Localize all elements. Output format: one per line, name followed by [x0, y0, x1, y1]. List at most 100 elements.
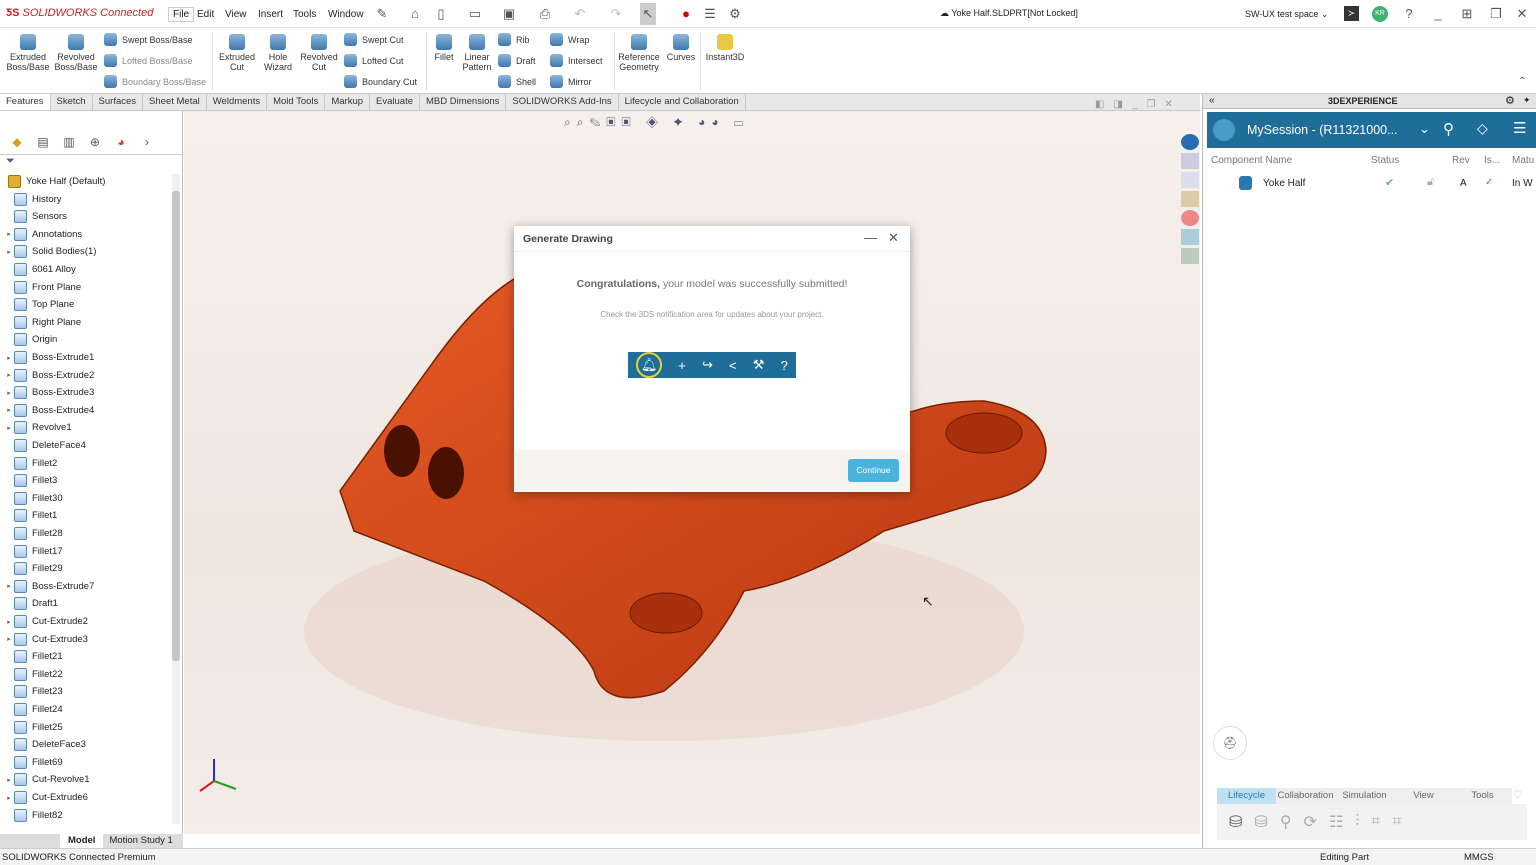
minimize-icon[interactable]: — — [864, 230, 877, 245]
tree-item[interactable]: ▸ Cut-Extrude6 — [0, 789, 170, 806]
menu-icon[interactable]: ☰ — [1513, 119, 1526, 137]
menu-window[interactable]: Window — [328, 9, 364, 20]
explore-icon[interactable]: ⚲ — [1280, 812, 1292, 832]
tree-item[interactable]: Sensors — [0, 208, 170, 225]
boundary-boss-button[interactable]: Boundary Boss/Base — [104, 75, 206, 88]
mirror-button[interactable]: Mirror — [550, 75, 592, 88]
display-manager-tab-icon[interactable]: ◕ — [112, 133, 130, 151]
3dexperience-tab-icon[interactable] — [1181, 134, 1199, 150]
curves-button[interactable]: Curves — [664, 34, 698, 62]
tree-item[interactable]: Yoke Half (Default) — [0, 173, 170, 190]
rib-button[interactable]: Rib — [498, 33, 530, 46]
expand-arrow-icon[interactable]: ▸ — [4, 406, 14, 414]
tab-simulation[interactable]: Simulation — [1335, 788, 1394, 804]
collapse-pane-icon[interactable]: « — [1209, 95, 1215, 106]
pin-icon[interactable]: ✦ — [1523, 95, 1531, 106]
tree-item[interactable]: Fillet29 — [0, 560, 170, 577]
tree-item[interactable]: ▸ Boss-Extrude3 — [0, 384, 170, 401]
tab-lifecycle[interactable]: Lifecycle — [1217, 788, 1276, 804]
help-icon[interactable]: ? — [1401, 6, 1417, 22]
menu-edit[interactable]: Edit — [197, 9, 214, 20]
fillet-button[interactable]: Fillet — [430, 34, 458, 62]
table-row[interactable]: Yoke Half ✔ 🔓︎ A ✓ In W — [1203, 174, 1536, 192]
expand-arrow-icon[interactable]: ▸ — [4, 354, 14, 362]
file-explorer-tab-icon[interactable] — [1181, 172, 1199, 188]
tab-mold-tools[interactable]: Mold Tools — [267, 94, 326, 110]
feature-manager-tab-icon[interactable]: ◆ — [8, 133, 26, 151]
command-icon[interactable]: ≻ — [1344, 6, 1359, 21]
tree-item[interactable]: Fillet3 — [0, 472, 170, 489]
expand-arrow-icon[interactable]: ▸ — [4, 248, 14, 256]
tab-mbd-dimensions[interactable]: MBD Dimensions — [420, 94, 507, 110]
expand-arrow-icon[interactable]: ▸ — [4, 424, 14, 432]
collapse-ribbon-icon[interactable]: ⌃ — [1518, 76, 1526, 87]
tree-item[interactable]: Fillet24 — [0, 701, 170, 718]
collaborate-icon[interactable]: ⚒ — [753, 357, 765, 373]
expand-arrow-icon[interactable]: ▸ — [4, 635, 14, 643]
redo-icon[interactable]: ↷ — [608, 6, 624, 22]
tree-item[interactable]: ▸ Cut-Revolve1 — [0, 771, 170, 788]
tab-evaluate[interactable]: Evaluate — [370, 94, 421, 110]
tree-item[interactable]: ▸ Boss-Extrude7 — [0, 578, 170, 595]
tree-item[interactable]: Fillet17 — [0, 543, 170, 560]
print-icon[interactable]: ⎙ — [537, 6, 553, 22]
tile-icon[interactable]: ⊞ — [1459, 6, 1475, 22]
tree-item[interactable]: ▸ Boss-Extrude4 — [0, 402, 170, 419]
tree-item[interactable]: Fillet21 — [0, 648, 170, 665]
tag-icon[interactable]: ◇ — [1477, 120, 1488, 137]
expand-arrow-icon[interactable]: ▸ — [4, 389, 14, 397]
tree-item[interactable]: ▸ Cut-Extrude3 — [0, 631, 170, 648]
network-icon[interactable]: < — [729, 358, 737, 373]
chevron-down-icon[interactable]: ⌄ — [1419, 121, 1430, 137]
column-maturity[interactable]: Matu — [1512, 155, 1534, 166]
bom-icon[interactable]: ☷ — [1329, 812, 1343, 832]
close-icon[interactable]: ✕ — [888, 230, 899, 246]
tab-solidworks-add-ins[interactable]: SOLIDWORKS Add-Ins — [506, 94, 619, 110]
tree-item[interactable]: ▸ Solid Bodies(1) — [0, 243, 170, 260]
tree-item[interactable]: Front Plane — [0, 279, 170, 296]
viewport-window-controls[interactable]: ◧◨_❐✕ — [1095, 99, 1182, 110]
pin-icon[interactable]: ✎ — [374, 6, 390, 22]
wrap-button[interactable]: Wrap — [550, 33, 589, 46]
forum-tab-icon[interactable] — [1181, 248, 1199, 264]
tree-item[interactable]: Fillet69 — [0, 754, 170, 771]
intersect-button[interactable]: Intersect — [550, 54, 603, 67]
tab-sketch[interactable]: Sketch — [51, 94, 93, 110]
tree-item[interactable]: Fillet82 — [0, 807, 170, 824]
column-status[interactable]: Status — [1371, 155, 1399, 166]
search-icon[interactable]: ⚲ — [1443, 120, 1454, 138]
settings-gear-icon[interactable]: ⚙ — [1505, 94, 1515, 107]
boundary-cut-button[interactable]: Boundary Cut — [344, 75, 417, 88]
revision-icon[interactable]: ⛁ — [1254, 812, 1267, 832]
tree-item[interactable]: Fillet30 — [0, 490, 170, 507]
tree-item[interactable]: Right Plane — [0, 314, 170, 331]
swept-boss-button[interactable]: Swept Boss/Base — [104, 33, 193, 46]
open-icon[interactable]: ▭ — [467, 6, 483, 22]
expand-arrow-icon[interactable]: ▸ — [4, 794, 14, 802]
more-tabs-icon[interactable]: › — [138, 133, 156, 151]
tab-surfaces[interactable]: Surfaces — [93, 94, 144, 110]
avatar[interactable]: KR — [1372, 6, 1388, 22]
tree-item[interactable]: Fillet22 — [0, 666, 170, 683]
appearances-tab-icon[interactable] — [1181, 210, 1199, 226]
instant3d-button[interactable]: Instant3D — [703, 34, 747, 62]
tree-item[interactable]: DeleteFace3 — [0, 736, 170, 753]
custom-properties-tab-icon[interactable] — [1181, 229, 1199, 245]
help-icon[interactable]: ? — [781, 358, 788, 373]
expand-arrow-icon[interactable]: ▸ — [4, 582, 14, 590]
expand-arrow-icon[interactable]: ▸ — [4, 371, 14, 379]
expand-arrow-icon[interactable]: ▸ — [4, 230, 14, 238]
tree-item[interactable]: Fillet25 — [0, 719, 170, 736]
shell-button[interactable]: Shell — [498, 75, 536, 88]
tree-item[interactable]: Fillet23 — [0, 683, 170, 700]
tab-markup[interactable]: Markup — [325, 94, 371, 110]
options-gear-icon[interactable]: ⚙ — [727, 6, 743, 22]
tree-item[interactable]: ▸ Boss-Extrude2 — [0, 367, 170, 384]
tree-item[interactable]: Fillet28 — [0, 525, 170, 542]
expand-arrow-icon[interactable]: ▸ — [4, 618, 14, 626]
menu-insert[interactable]: Insert — [258, 9, 283, 20]
tree-item[interactable]: Origin — [0, 331, 170, 348]
select-icon[interactable]: ↖ — [640, 3, 656, 25]
menu-file[interactable]: File — [168, 7, 195, 22]
tree-item[interactable]: History — [0, 191, 170, 208]
